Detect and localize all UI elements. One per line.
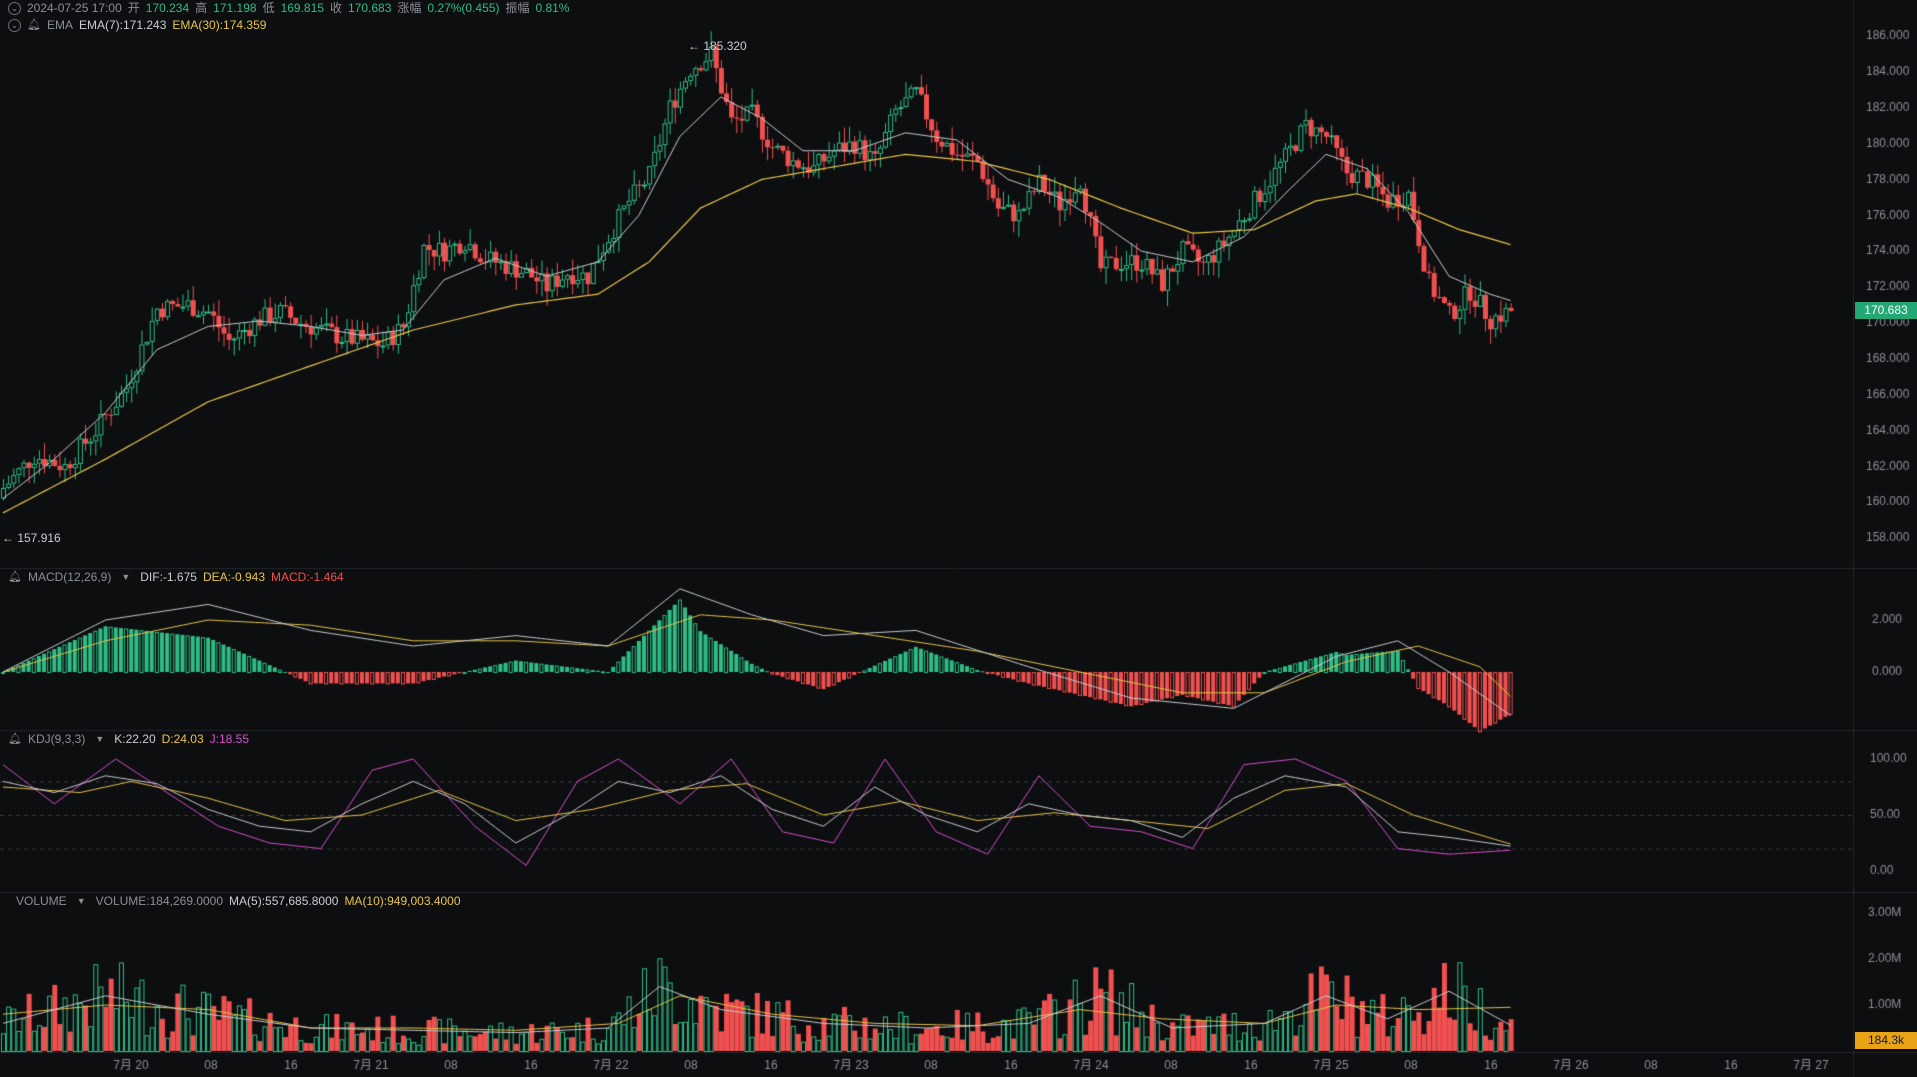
dropdown-caret-icon[interactable]: ▼ (77, 893, 86, 909)
macd-value: MACD:-1.464 (271, 570, 344, 584)
collapse-chevron-icon[interactable]: ⌄ (8, 1, 21, 15)
close-value: 170.683 (347, 1, 392, 15)
high-marker: ← 185.320 (688, 39, 747, 53)
volume-value: VOLUME:184,269.0000 (95, 894, 224, 908)
macd-name[interactable]: MACD(12,26,9) (28, 569, 111, 585)
low-marker: ← 157.916 (2, 531, 61, 545)
chart-canvas[interactable] (0, 0, 1917, 1077)
macd-dea: DEA:-0.943 (202, 570, 266, 584)
high-value: 171.198 (213, 1, 257, 15)
amplitude-value: 0.81% (535, 1, 570, 15)
ema7-legend: EMA(7):171.243 (78, 18, 167, 32)
kdj-j: J:18.55 (209, 732, 250, 746)
ohlc-header: ⌄ 2024-07-25 17:00 开 170.234 高 171.198 低 16… (8, 0, 569, 16)
ema-legend: ⌄ 🔔︎ EMA EMA(7):171.243 EMA(30):174.359 (8, 17, 266, 33)
volume-legend: VOLUME ▼ VOLUME:184,269.0000 MA(5):557,6… (16, 893, 461, 909)
kdj-legend: 🔔︎ KDJ(9,3,3) ▼ K:22.20 D:24.03 J:18.55 (8, 731, 249, 747)
bell-icon[interactable]: 🔔︎ (8, 569, 22, 585)
macd-legend: 🔔︎ MACD(12,26,9) ▼ DIF:-1.675 DEA:-0.943… (8, 569, 344, 585)
bell-icon[interactable]: 🔔︎ (27, 17, 41, 33)
dropdown-caret-icon[interactable]: ▼ (95, 731, 104, 747)
change-value: 0.27%(0.455) (427, 1, 500, 15)
last-volume-tag: 184.3k (1855, 1032, 1917, 1049)
bell-icon[interactable]: 🔔︎ (8, 731, 22, 747)
open-value: 170.234 (145, 1, 190, 15)
kdj-d: D:24.03 (161, 732, 204, 746)
last-price-tag: 170.683 (1855, 302, 1917, 319)
dropdown-caret-icon[interactable]: ▼ (121, 569, 130, 585)
collapse-chevron-icon[interactable]: ⌄ (8, 18, 21, 32)
header-date: 2024-07-25 17:00 (27, 1, 122, 15)
low-value: 169.815 (280, 1, 324, 15)
macd-dif: DIF:-1.675 (140, 570, 197, 584)
ema30-legend: EMA(30):174.359 (172, 18, 267, 32)
volume-ma10: MA(10):949,003.4000 (344, 894, 461, 908)
volume-name[interactable]: VOLUME (16, 893, 67, 909)
kdj-k: K:22.20 (114, 732, 156, 746)
kdj-name[interactable]: KDJ(9,3,3) (28, 731, 85, 747)
volume-ma5: MA(5):557,685.8000 (229, 894, 339, 908)
ema-name[interactable]: EMA (47, 17, 73, 33)
